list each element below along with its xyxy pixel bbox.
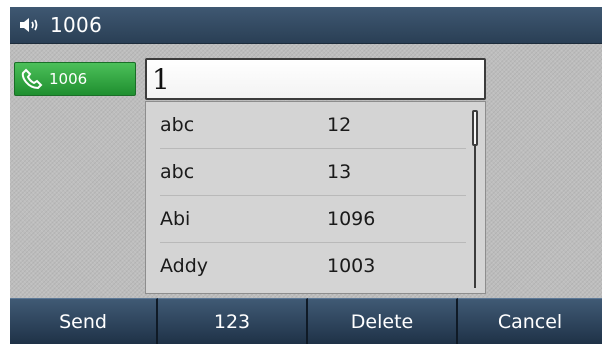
contact-number: 1003 <box>327 255 376 277</box>
line-key-1006[interactable]: 1006 <box>14 62 136 96</box>
contact-name: Addy <box>160 255 209 277</box>
contact-number: 13 <box>327 161 352 183</box>
scrollbar-thumb[interactable] <box>472 110 478 146</box>
contact-name: abc <box>160 161 195 183</box>
dial-input[interactable] <box>152 60 484 98</box>
contact-name: abc <box>160 114 195 136</box>
softkey-bar: Send 123 Delete Cancel <box>10 298 602 344</box>
contact-name: Abi <box>160 208 191 230</box>
title-bar: 1006 <box>10 7 602 44</box>
list-item[interactable]: Addy 1003 <box>146 243 471 289</box>
delete-button[interactable]: Delete <box>308 298 458 344</box>
line-key-label: 1006 <box>49 70 88 88</box>
contact-number: 12 <box>327 114 352 136</box>
send-button[interactable]: Send <box>10 298 158 344</box>
account-title: 1006 <box>50 13 103 37</box>
speaker-volume-icon <box>18 15 44 35</box>
phone-screen: 1006 1006 abc 12 abc 13 Abi 1096 Addy <box>10 7 602 344</box>
list-item[interactable]: Abi 1096 <box>146 196 471 242</box>
list-item[interactable]: abc 13 <box>146 149 471 195</box>
phone-icon <box>21 68 43 90</box>
dial-input-box[interactable] <box>145 58 486 100</box>
suggestion-list: abc 12 abc 13 Abi 1096 Addy 1003 <box>145 101 486 294</box>
cancel-button[interactable]: Cancel <box>458 298 602 344</box>
contact-number: 1096 <box>327 208 376 230</box>
input-mode-button[interactable]: 123 <box>158 298 308 344</box>
list-item[interactable]: abc 12 <box>146 102 471 148</box>
